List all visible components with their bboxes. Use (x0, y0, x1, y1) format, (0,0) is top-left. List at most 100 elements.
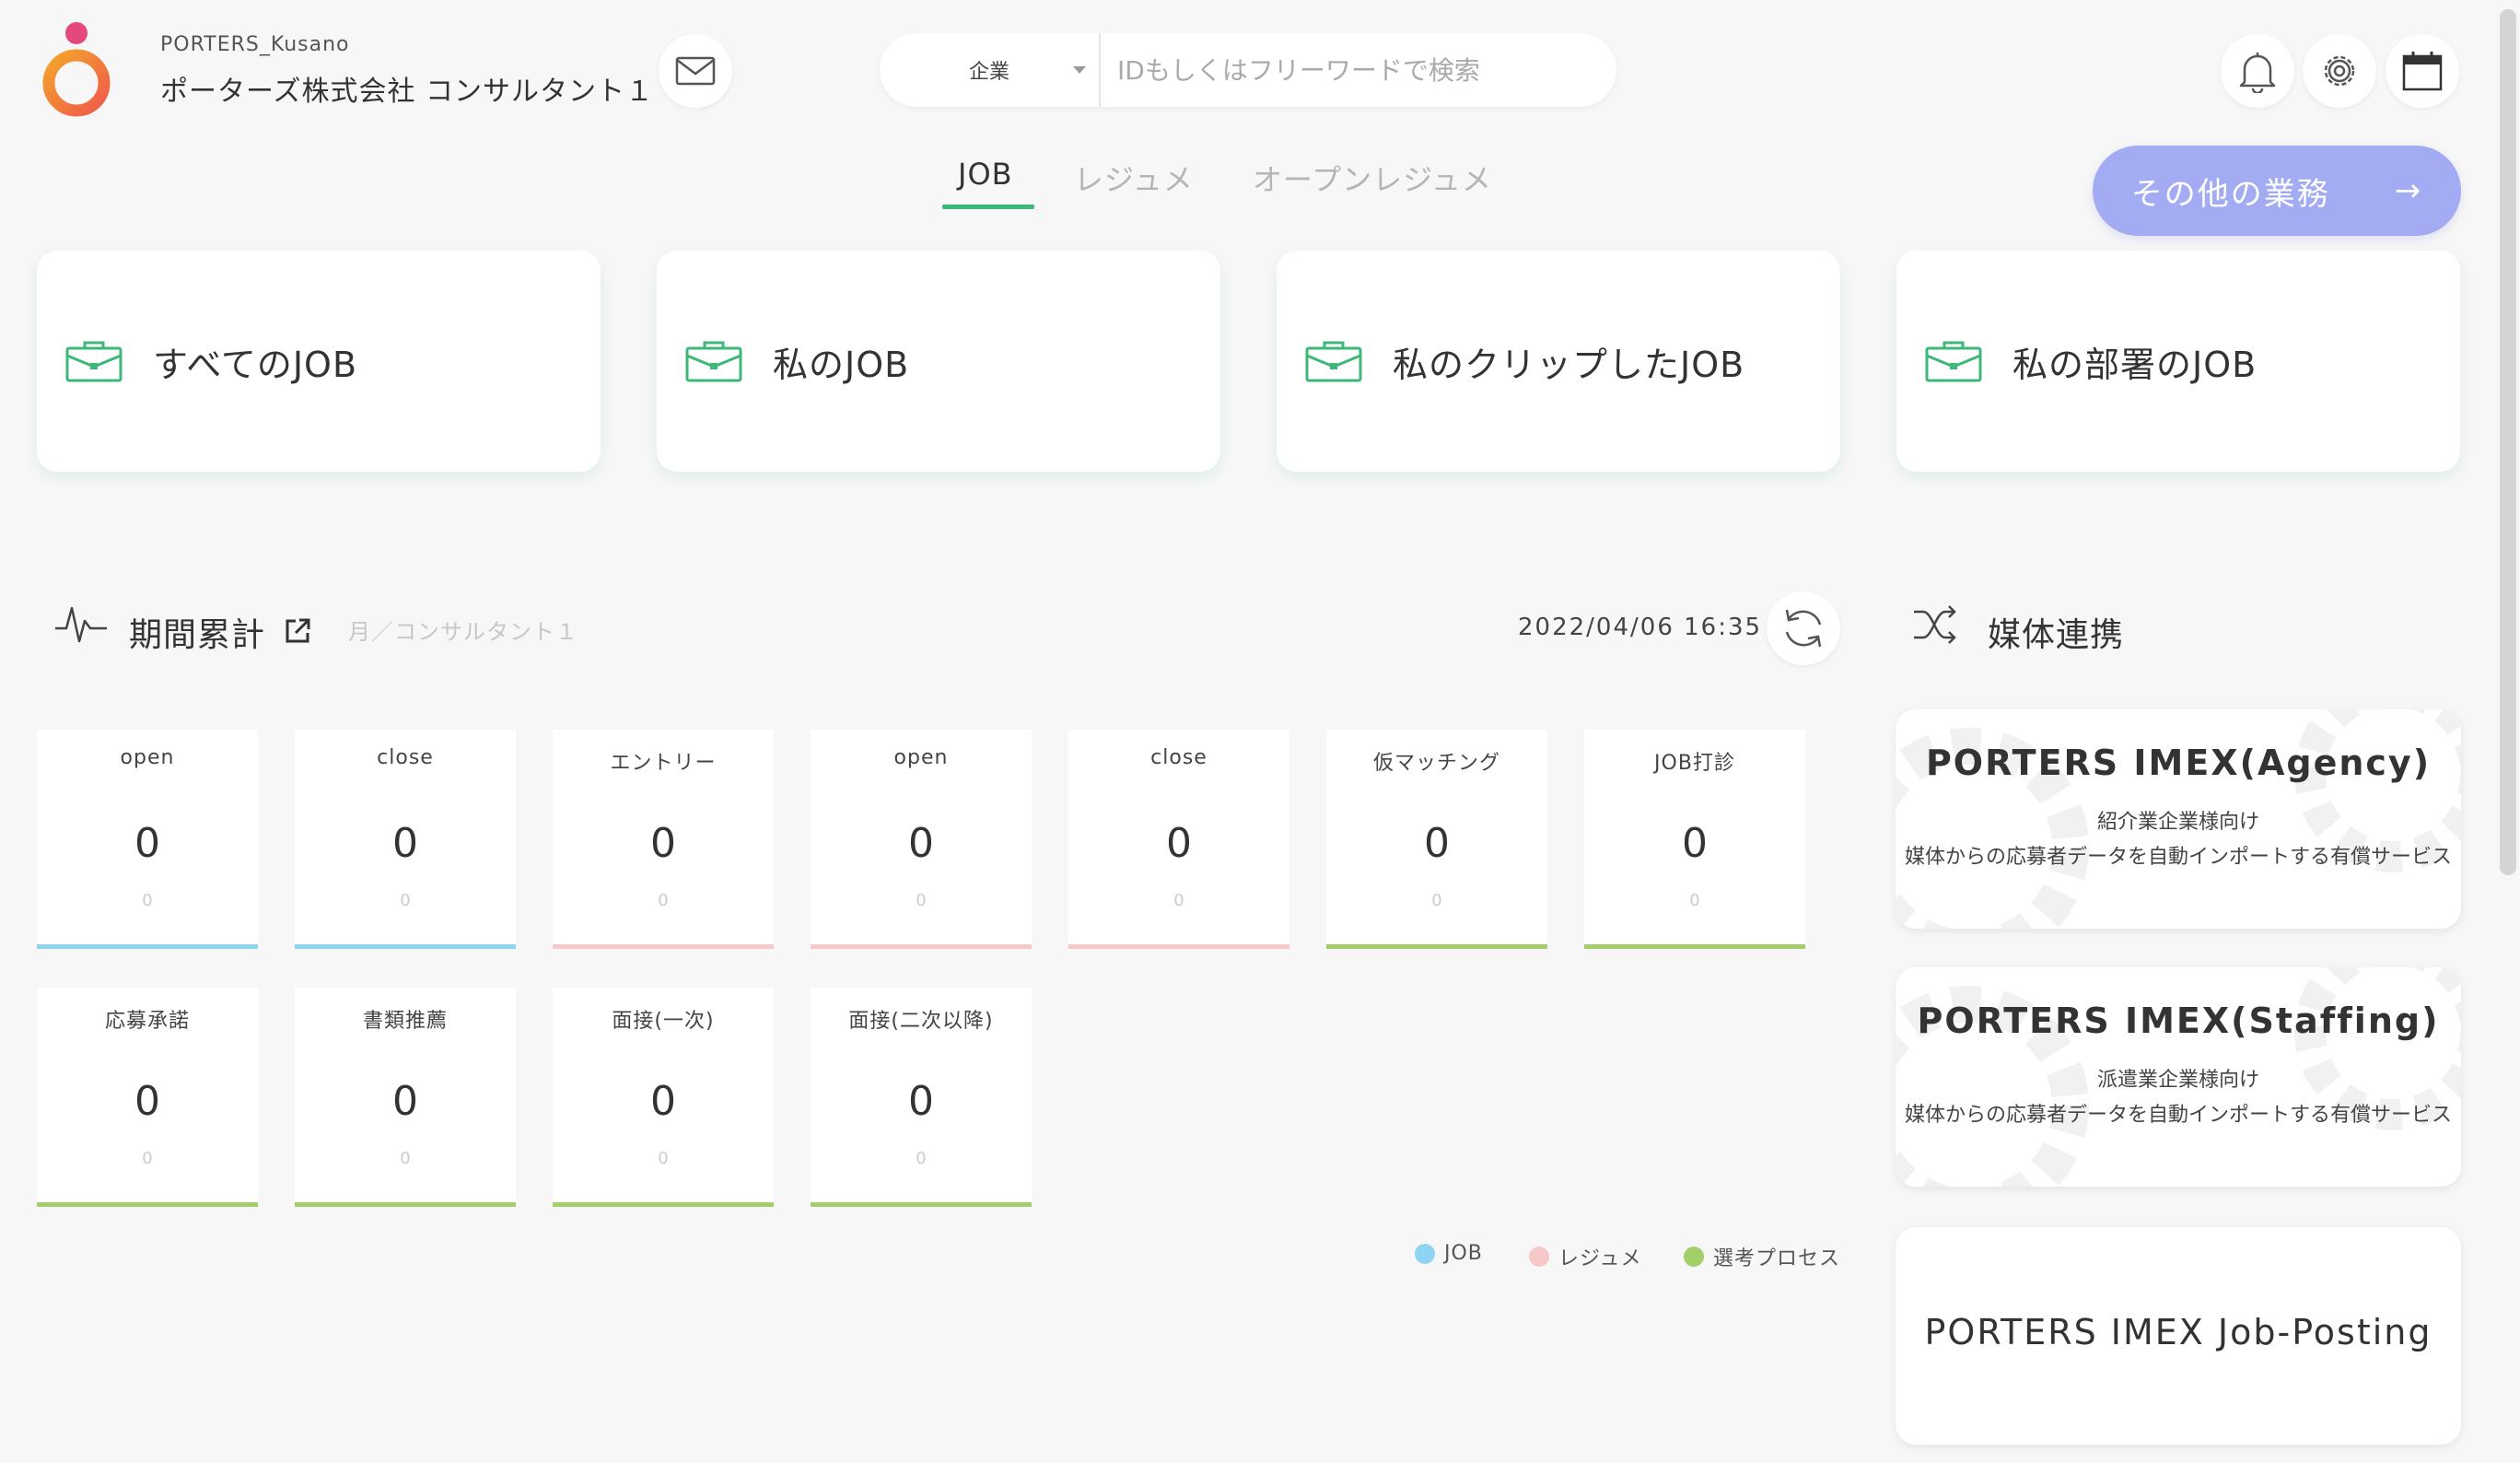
company-code: PORTERS_Kusano (160, 33, 350, 56)
stat-label: 面接(一次) (612, 1010, 715, 1033)
stat-provisional-matching[interactable]: 仮マッチング 0 0 (1326, 730, 1547, 949)
page-scrollbar[interactable] (2500, 9, 2516, 875)
media-card-title: PORTERS IMEX(Staffing) (1917, 1001, 2440, 1041)
stat-sub-value: 0 (658, 1149, 669, 1168)
job-card-label: 私のクリップしたJOB (1393, 344, 1745, 385)
stat-value: 0 (650, 820, 676, 867)
tab-resume[interactable]: レジュメ (1074, 157, 1194, 199)
stat-application-accepted[interactable]: 応募承諾 0 0 (37, 988, 258, 1207)
media-card-title: PORTERS IMEX(Agency) (1925, 743, 2432, 783)
tab-open-resume[interactable]: オープンレジュメ (1253, 157, 1492, 199)
stat-value: 0 (134, 820, 160, 867)
stat-label: close (1150, 746, 1208, 769)
bell-icon (2239, 53, 2276, 93)
media-card-imex-agency[interactable]: PORTERS IMEX(Agency) 紹介業企業様向け 媒体からの応募者デー… (1896, 709, 2461, 929)
stat-label: open (120, 746, 175, 769)
stat-job-offer[interactable]: JOB打診 0 0 (1584, 730, 1805, 949)
stat-interview-second-plus[interactable]: 面接(二次以降) 0 0 (811, 988, 1032, 1207)
stat-label: 仮マッチング (1372, 752, 1500, 775)
porters-logo (42, 22, 111, 117)
legend-dot (1529, 1246, 1549, 1267)
arrow-right-icon: → (2394, 172, 2423, 209)
period-subtitle: 月／コンサルタント１ (348, 619, 578, 645)
media-title: 媒体連携 (1988, 616, 2125, 654)
media-card-imex-staffing[interactable]: PORTERS IMEX(Staffing) 派遣業企業様向け 媒体からの応募者… (1896, 967, 2461, 1187)
stat-value: 0 (1682, 820, 1708, 867)
job-card-clipped[interactable]: 私のクリップしたJOB (1277, 251, 1840, 472)
legend-label: レジュメ (1558, 1247, 1642, 1270)
search-category-select[interactable]: 企業 (880, 33, 1101, 107)
stat-sub-value: 0 (1689, 891, 1700, 910)
tab-active-indicator (942, 205, 1034, 209)
legend-label: JOB (1444, 1242, 1483, 1265)
stat-sub-value: 0 (400, 1149, 411, 1168)
stat-label: 応募承諾 (104, 1010, 190, 1033)
job-card-department[interactable]: 私の部署のJOB (1896, 251, 2460, 472)
stat-sub-value: 0 (142, 891, 153, 910)
media-card-imex-job-posting[interactable]: PORTERS IMEX Job-Posting (1896, 1227, 2461, 1445)
stat-document-recommend[interactable]: 書類推薦 0 0 (295, 988, 516, 1207)
stat-label: 面接(二次以降) (848, 1010, 994, 1033)
job-card-label: 私の部署のJOB (2012, 344, 2258, 385)
stat-value: 0 (1424, 820, 1450, 867)
notification-button[interactable] (2221, 34, 2294, 108)
stat-value: 0 (908, 820, 934, 867)
stat-sub-value: 0 (1173, 891, 1184, 910)
tab-job[interactable]: JOB (958, 157, 1013, 192)
legend-item-job: JOB (1415, 1242, 1483, 1265)
mail-button[interactable] (659, 34, 732, 108)
stat-sub-value: 0 (1431, 891, 1442, 910)
job-card-label: すべてのJOB (153, 344, 358, 385)
period-timestamp: 2022/04/06 16:35 (1518, 614, 1763, 641)
stat-value: 0 (134, 1078, 160, 1125)
refresh-button[interactable] (1767, 591, 1840, 665)
job-card-label: 私のJOB (773, 344, 910, 385)
stat-sub-value: 0 (916, 891, 927, 910)
stat-resume-open[interactable]: open 0 0 (811, 730, 1032, 949)
search-bar: 企業 (880, 33, 1616, 107)
refresh-icon (1785, 609, 1822, 648)
stat-interview-first[interactable]: 面接(一次) 0 0 (553, 988, 774, 1207)
search-input[interactable] (1101, 53, 1598, 87)
settings-button[interactable] (2303, 34, 2376, 108)
chevron-down-icon (1073, 66, 1086, 74)
calendar-button[interactable] (2386, 34, 2459, 108)
activity-icon (55, 606, 107, 643)
legend-dot (1415, 1243, 1435, 1264)
stat-job-open[interactable]: open 0 0 (37, 730, 258, 949)
stat-job-close[interactable]: close 0 0 (295, 730, 516, 949)
external-link-icon[interactable] (284, 617, 311, 645)
briefcase-icon (1925, 341, 1982, 382)
legend-item-process: 選考プロセス (1684, 1242, 1840, 1271)
stat-sub-value: 0 (658, 891, 669, 910)
calendar-icon (2402, 52, 2443, 91)
other-tasks-button[interactable]: その他の業務 → (2093, 146, 2461, 236)
legend-label: 選考プロセス (1713, 1247, 1841, 1270)
legend-item-resume: レジュメ (1529, 1242, 1641, 1271)
job-card-mine[interactable]: 私のJOB (657, 251, 1220, 472)
stat-value: 0 (908, 1078, 934, 1125)
stat-label: JOB打診 (1654, 752, 1735, 775)
stat-value: 0 (650, 1078, 676, 1125)
media-card-description: 媒体からの応募者データを自動インポートする有償サービス (1904, 1104, 2452, 1127)
stat-label: open (893, 746, 949, 769)
stat-label: 書類推薦 (362, 1010, 448, 1033)
briefcase-icon (65, 341, 122, 382)
legend-dot (1684, 1246, 1704, 1267)
stat-resume-close[interactable]: close 0 0 (1068, 730, 1289, 949)
media-card-description: 媒体からの応募者データを自動インポートする有償サービス (1904, 846, 2452, 869)
job-card-all[interactable]: すべてのJOB (37, 251, 601, 472)
stat-resume-entry[interactable]: エントリー 0 0 (553, 730, 774, 949)
stat-sub-value: 0 (916, 1149, 927, 1168)
search-category-label: 企業 (968, 61, 1009, 84)
stat-sub-value: 0 (400, 891, 411, 910)
company-name: ポーターズ株式会社 コンサルタント１ (160, 76, 655, 108)
briefcase-icon (685, 341, 742, 382)
briefcase-icon (1305, 341, 1362, 382)
period-title: 期間累計 (129, 616, 266, 654)
media-card-subtitle: 紹介業企業様向け (2096, 811, 2259, 834)
stat-sub-value: 0 (142, 1149, 153, 1168)
shuffle-icon (1914, 605, 1956, 644)
mail-icon (675, 56, 716, 86)
stat-value: 0 (392, 820, 418, 867)
